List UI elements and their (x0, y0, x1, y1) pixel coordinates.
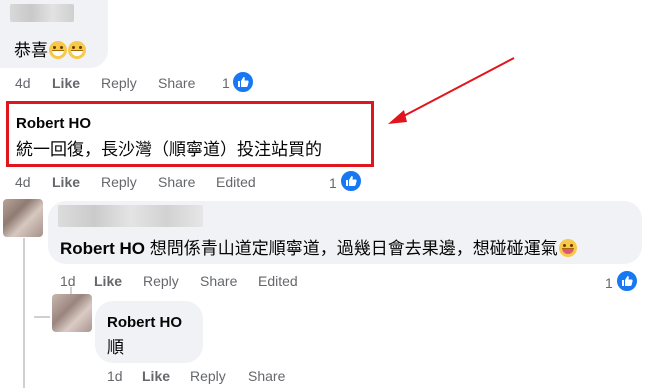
like-thumb-icon[interactable] (232, 71, 254, 93)
reaction-count[interactable]: 1 (605, 275, 613, 291)
comment-actions: 1d Like Reply Share (0, 368, 320, 386)
annotation-arrow-icon (388, 57, 515, 124)
reply-button[interactable]: Reply (190, 368, 226, 384)
timestamp[interactable]: 1d (60, 273, 76, 289)
comment-bubble: 恭喜 (0, 0, 108, 68)
timestamp[interactable]: 1d (107, 368, 123, 384)
blurred-author-name (58, 205, 203, 227)
comment-text-content: 想問係青山道定順寧道，過幾日會去果邊，想碰碰運氣 (149, 239, 558, 258)
comment-bubble: Robert HO 順 (95, 301, 203, 363)
grinning-emoji-icon (49, 41, 67, 59)
comment-actions: 4d Like Reply Share Edited (0, 174, 320, 192)
timestamp[interactable]: 4d (15, 75, 31, 91)
avatar[interactable] (3, 199, 43, 237)
like-button[interactable]: Like (142, 368, 170, 384)
share-button[interactable]: Share (158, 174, 195, 190)
timestamp[interactable]: 4d (15, 174, 31, 190)
reaction-count[interactable]: 1 (329, 175, 337, 191)
share-button[interactable]: Share (200, 273, 237, 289)
share-button[interactable]: Share (158, 75, 195, 91)
blurred-author-name (10, 4, 74, 22)
comment-text: 恭喜 (14, 36, 86, 61)
tongue-emoji-icon (558, 239, 577, 257)
like-button[interactable]: Like (52, 174, 80, 190)
share-button[interactable]: Share (248, 368, 285, 384)
comment-actions: 1d Like Reply Share Edited (0, 273, 340, 291)
like-thumb-icon[interactable] (340, 170, 362, 192)
comment-text: 順 (107, 338, 124, 357)
comment-text: Robert HO 想問係青山道定順寧道，過幾日會去果邊，想碰碰運氣 (60, 234, 577, 259)
reaction-count[interactable]: 1 (222, 75, 230, 91)
grinning-emoji-icon (68, 41, 86, 59)
comment-text: 統一回復，長沙灣（順寧道）投注站買的 (16, 140, 322, 159)
like-button[interactable]: Like (52, 75, 80, 91)
edited-label[interactable]: Edited (258, 273, 298, 289)
thread-line (23, 238, 25, 388)
thread-connector (34, 316, 50, 318)
avatar[interactable] (52, 294, 92, 332)
comment-author[interactable]: Robert HO (16, 115, 91, 132)
comment-text-content: 恭喜 (14, 41, 48, 60)
like-thumb-icon[interactable] (616, 270, 638, 292)
mentioned-author[interactable]: Robert HO (60, 239, 145, 258)
comment-author[interactable]: Robert HO (107, 314, 182, 331)
reply-button[interactable]: Reply (143, 273, 179, 289)
edited-label[interactable]: Edited (216, 174, 256, 190)
reply-button[interactable]: Reply (101, 174, 137, 190)
like-button[interactable]: Like (94, 273, 122, 289)
reply-button[interactable]: Reply (101, 75, 137, 91)
comment-bubble: Robert HO 想問係青山道定順寧道，過幾日會去果邊，想碰碰運氣 (48, 201, 642, 264)
